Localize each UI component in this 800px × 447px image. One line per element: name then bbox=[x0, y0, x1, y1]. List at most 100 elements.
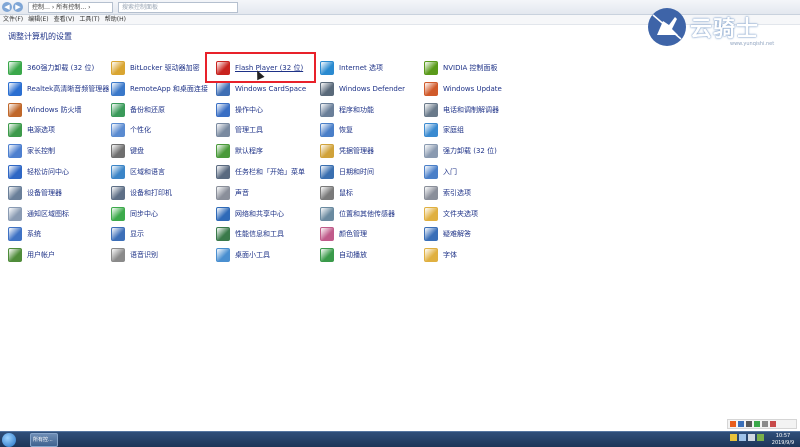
ime-mode-icon[interactable] bbox=[738, 421, 744, 427]
gadgets-icon bbox=[216, 248, 230, 263]
start-button-icon[interactable] bbox=[2, 433, 16, 447]
control-panel-item[interactable]: 入门 bbox=[424, 163, 457, 181]
control-panel-item-label: 备份和还原 bbox=[130, 105, 165, 114]
ime-mic-icon[interactable] bbox=[754, 421, 760, 427]
control-panel-item-label: 语音识别 bbox=[130, 251, 158, 260]
control-panel-item[interactable]: 系统 bbox=[8, 225, 41, 243]
control-panel-item[interactable]: 声音 bbox=[216, 184, 249, 202]
sound-icon bbox=[216, 185, 230, 200]
control-panel-item[interactable]: 家庭组 bbox=[424, 121, 464, 139]
control-panel-item[interactable]: 任务栏和「开始」菜单 bbox=[216, 163, 305, 181]
control-panel-item[interactable]: 字体 bbox=[424, 246, 457, 264]
control-panel-item-label: 设备管理器 bbox=[27, 188, 62, 197]
control-panel-item-label: 家长控制 bbox=[27, 147, 55, 156]
control-panel-item[interactable]: 自动播放 bbox=[320, 246, 367, 264]
ime-settings-icon[interactable] bbox=[770, 421, 776, 427]
menu-view[interactable]: 查看(V) bbox=[52, 15, 77, 24]
ime-toolbar[interactable] bbox=[727, 419, 797, 429]
control-panel-item[interactable]: 凭据管理器 bbox=[320, 142, 374, 160]
ime-keyboard-icon[interactable] bbox=[762, 421, 768, 427]
control-panel-item-label: Windows Update bbox=[443, 84, 502, 93]
control-panel-item[interactable]: 性能信息和工具 bbox=[216, 225, 284, 243]
control-panel-item[interactable]: 键盘 bbox=[111, 142, 144, 160]
control-panel-item[interactable]: 同步中心 bbox=[111, 205, 158, 223]
taskbar-clock[interactable]: 10:57 2019/9/9 bbox=[768, 433, 798, 447]
taskbar-window-button[interactable]: 所有控... bbox=[30, 433, 58, 447]
control-panel-item[interactable]: 默认程序 bbox=[216, 142, 263, 160]
uninstall-tool-icon bbox=[424, 144, 438, 159]
user-accounts-icon bbox=[8, 248, 22, 263]
clock-time: 10:57 bbox=[775, 433, 791, 439]
control-panel-item[interactable]: 电源选项 bbox=[8, 121, 55, 139]
control-panel-item[interactable]: 显示 bbox=[111, 225, 144, 243]
address-bar[interactable]: 控制… › 所有控制… › bbox=[28, 2, 113, 13]
control-panel-item[interactable]: 索引选项 bbox=[424, 184, 471, 202]
control-panel-item[interactable]: 语音识别 bbox=[111, 246, 158, 264]
ime-punct-icon[interactable] bbox=[746, 421, 752, 427]
location-sensors-icon bbox=[320, 206, 334, 221]
control-panel-item-label: 用户帐户 bbox=[27, 251, 55, 260]
control-panel-item[interactable]: 网络和共享中心 bbox=[216, 205, 284, 223]
control-panel-item[interactable]: NVIDIA 控制面板 bbox=[424, 59, 498, 77]
fonts-icon bbox=[424, 248, 438, 263]
ime-logo-icon[interactable] bbox=[730, 421, 736, 427]
nvidia-icon bbox=[424, 61, 438, 75]
menu-help[interactable]: 帮助(H) bbox=[103, 15, 128, 24]
control-panel-item[interactable]: 360强力卸载 (32 位) bbox=[8, 59, 94, 77]
sync-center-icon bbox=[111, 206, 125, 221]
control-panel-item[interactable]: 设备管理器 bbox=[8, 184, 62, 202]
power-icon bbox=[8, 123, 22, 138]
control-panel-item[interactable]: 备份和还原 bbox=[111, 101, 165, 119]
control-panel-item[interactable]: 疑难解答 bbox=[424, 225, 471, 243]
control-panel-item[interactable]: 电话和调制解调器 bbox=[424, 101, 499, 119]
control-panel-item[interactable]: 轻松访问中心 bbox=[8, 163, 69, 181]
control-panel-item-label: 性能信息和工具 bbox=[235, 230, 284, 239]
tray-volume-icon[interactable] bbox=[748, 434, 755, 441]
menu-tools[interactable]: 工具(T) bbox=[77, 15, 101, 24]
control-panel-item[interactable]: Windows Update bbox=[424, 80, 502, 98]
menu-edit[interactable]: 编辑(E) bbox=[26, 15, 50, 24]
recovery-icon bbox=[320, 123, 334, 138]
tray-app-icon[interactable] bbox=[757, 434, 764, 441]
logo-text: 云骑士 bbox=[690, 17, 760, 42]
control-panel-item[interactable]: 用户帐户 bbox=[8, 246, 55, 264]
control-panel-item-label: 电源选项 bbox=[27, 126, 55, 135]
control-panel-item[interactable]: 日期和时间 bbox=[320, 163, 374, 181]
control-panel-item[interactable]: Windows Defender bbox=[320, 80, 405, 98]
control-panel-item[interactable]: 颜色管理 bbox=[320, 225, 367, 243]
notification-area-icon bbox=[8, 206, 22, 221]
control-panel-item[interactable]: 强力卸载 (32 位) bbox=[424, 142, 497, 160]
control-panel-item[interactable]: 通知区域图标 bbox=[8, 205, 69, 223]
control-panel-item[interactable]: 位置和其他传感器 bbox=[320, 205, 395, 223]
tray-flag-icon[interactable] bbox=[730, 434, 737, 441]
control-panel-item-label: 家庭组 bbox=[443, 126, 464, 135]
control-panel-item[interactable]: 桌面小工具 bbox=[216, 246, 270, 264]
control-panel-item-label: 强力卸载 (32 位) bbox=[443, 147, 497, 156]
control-panel-item-label: 个性化 bbox=[130, 126, 151, 135]
tray-network-icon[interactable] bbox=[739, 434, 746, 441]
clock-date: 2019/9/9 bbox=[771, 440, 795, 446]
control-panel-item[interactable]: 设备和打印机 bbox=[111, 184, 172, 202]
control-panel-item[interactable]: Windows 防火墙 bbox=[8, 101, 81, 119]
control-panel-item[interactable]: 鼠标 bbox=[320, 184, 353, 202]
control-panel-item[interactable]: BitLocker 驱动器加密 bbox=[111, 59, 200, 77]
control-panel-item[interactable]: Internet 选项 bbox=[320, 59, 383, 77]
control-panel-item[interactable]: 家长控制 bbox=[8, 142, 55, 160]
homegroup-icon bbox=[424, 123, 438, 138]
back-button[interactable]: ◀ bbox=[2, 2, 12, 12]
forward-button[interactable]: ▶ bbox=[13, 2, 23, 12]
control-panel-item[interactable]: 个性化 bbox=[111, 121, 151, 139]
menu-file[interactable]: 文件(F) bbox=[1, 15, 25, 24]
control-panel-item[interactable]: 操作中心 bbox=[216, 101, 263, 119]
control-panel-item[interactable]: 文件夹选项 bbox=[424, 205, 478, 223]
control-panel-item[interactable]: 程序和功能 bbox=[320, 101, 374, 119]
getting-started-icon bbox=[424, 165, 438, 179]
action-center-icon bbox=[216, 102, 230, 117]
control-panel-item[interactable]: 管理工具 bbox=[216, 121, 263, 139]
control-panel-item[interactable]: RemoteApp 和桌面连接 bbox=[111, 80, 208, 98]
control-panel-item-label: 凭据管理器 bbox=[339, 147, 374, 156]
search-input[interactable]: 搜索控制面板 bbox=[118, 2, 238, 13]
control-panel-item[interactable]: 区域和语言 bbox=[111, 163, 165, 181]
control-panel-item[interactable]: Realtek高清晰音频管理器 bbox=[8, 80, 109, 98]
control-panel-item[interactable]: 恢复 bbox=[320, 121, 353, 139]
